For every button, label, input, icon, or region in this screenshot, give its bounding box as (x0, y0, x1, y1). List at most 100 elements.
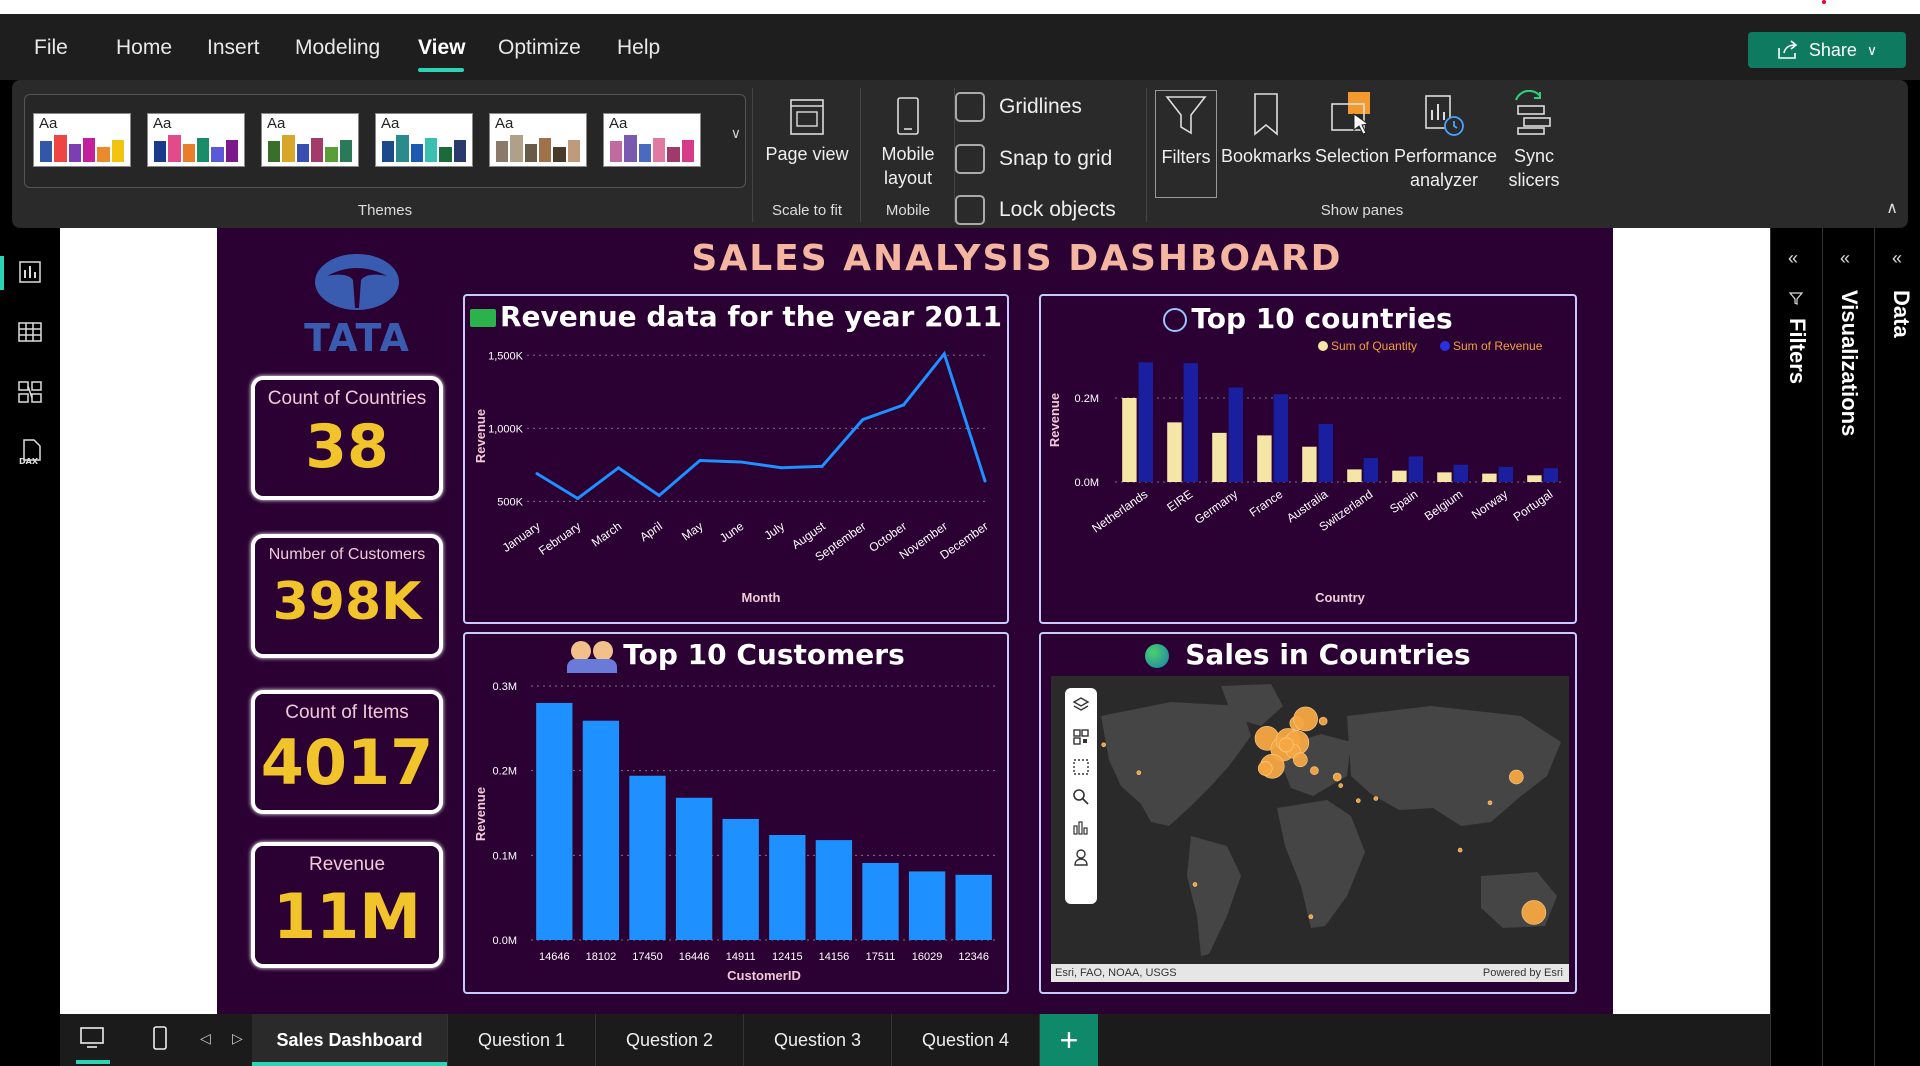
filters-pane-label[interactable]: Filters (1784, 318, 1810, 384)
gridlines-checkbox-box[interactable] (955, 92, 985, 122)
x-tick-label: Spain (1387, 487, 1420, 516)
x-tick-label: 14911 (726, 951, 756, 963)
layers-icon[interactable] (1072, 696, 1090, 714)
performance-analyzer-button[interactable]: Performance analyzer (1394, 90, 1497, 192)
menu-help[interactable]: Help (617, 36, 660, 60)
legend-label: Sum of Revenue (1453, 339, 1543, 353)
bar-quantity (1482, 473, 1497, 482)
map-point (1136, 770, 1142, 776)
x-tick-label: EIRE (1164, 487, 1195, 515)
y-tick-label: 0.1M (493, 850, 517, 862)
bookmarks-pane-button[interactable]: Bookmarks (1220, 90, 1312, 168)
theme-swatch-4[interactable]: Aa (375, 113, 473, 167)
tab-question-2[interactable]: Question 2 (596, 1014, 744, 1066)
x-tick-label: Portugal (1511, 487, 1556, 524)
share-button[interactable]: Share ∨ (1748, 32, 1906, 68)
tab-question-3[interactable]: Question 3 (744, 1014, 892, 1066)
window-top-strip (0, 0, 1920, 14)
tata-logo-icon (315, 254, 399, 310)
theme-swatch-label: Aa (153, 115, 172, 132)
x-tick-label: France (1247, 487, 1286, 520)
customer-bar (536, 702, 573, 940)
theme-swatch-label: Aa (267, 115, 286, 132)
theme-swatch-2[interactable]: Aa (147, 113, 245, 167)
themes-expand-chevron-icon[interactable]: ∨ (731, 125, 741, 142)
phone-view-icon[interactable] (146, 1024, 174, 1052)
top-countries-chart-panel[interactable]: Top 10 countries 0.0M 0.2M Netherlands EIRE… (1039, 294, 1577, 624)
tab-scroll-right-icon[interactable]: ▷ (232, 1030, 243, 1047)
page-view-button[interactable]: Page view (764, 94, 850, 166)
revenue-line-chart-panel[interactable]: Revenue data for the year 2011 500K 1,000… (463, 294, 1009, 624)
page-view-icon (790, 99, 824, 135)
map-title: Sales in Countries (1185, 638, 1471, 671)
filter-icon (1165, 96, 1207, 135)
map-powered-by[interactable]: Powered by Esri (1483, 967, 1563, 979)
customer-bar (629, 775, 666, 940)
x-axis-title: CustomerID (727, 968, 801, 983)
map-footer: Esri, FAO, NOAA, USGS Powered by Esri (1051, 964, 1569, 982)
lock-checkbox-box[interactable] (955, 195, 985, 225)
theme-swatch-5[interactable]: Aa (489, 113, 587, 167)
qr-select-icon[interactable] (1072, 728, 1090, 746)
report-view-icon[interactable] (16, 258, 44, 286)
gridlines-checkbox[interactable]: Gridlines (955, 92, 1082, 122)
line-point (820, 464, 824, 468)
menu-file[interactable]: File (34, 36, 68, 60)
y-tick-label: 0.0M (1075, 477, 1099, 489)
table-view-icon[interactable] (16, 318, 44, 346)
sync-slicers-button[interactable]: Sync slicers (1500, 89, 1568, 192)
snap-checkbox-box[interactable] (955, 144, 985, 174)
dashboard-title: SALES ANALYSIS DASHBOARD (691, 238, 1343, 279)
x-tick-label: 16029 (912, 951, 943, 963)
filters-collapse-chevron-icon[interactable]: « (1788, 248, 1798, 269)
y-axis-title: Revenue (473, 787, 488, 841)
map-visual[interactable]: Esri, FAO, NOAA, USGS Powered by Esri (1051, 676, 1569, 982)
menu-modeling[interactable]: Modeling (295, 36, 380, 60)
visualizations-collapse-chevron-icon[interactable]: « (1840, 248, 1850, 269)
menu-home[interactable]: Home (116, 36, 172, 60)
tab-question-4[interactable]: Question 4 (892, 1014, 1040, 1066)
kpi-number-of-customers: Number of Customers 398K (251, 534, 443, 658)
filters-label: Filters (1161, 147, 1211, 167)
selection-pane-button[interactable]: Selection (1312, 90, 1392, 168)
data-pane-label[interactable]: Data (1888, 290, 1914, 338)
sales-dashboard-report: SALES ANALYSIS DASHBOARD TATA Count of C… (217, 228, 1613, 1014)
mobile-layout-button[interactable]: Mobile layout (864, 94, 952, 190)
menu-optimize[interactable]: Optimize (498, 36, 581, 60)
bar-revenue (1138, 362, 1153, 482)
sales-map-panel[interactable]: Sales in Countries Esri, FAO, NOAA, USGS… (1039, 632, 1577, 994)
world-map[interactable] (1051, 676, 1569, 964)
bar-revenue (1453, 464, 1468, 482)
x-tick-label: Belgium (1422, 487, 1466, 523)
map-point (1521, 900, 1547, 925)
kpi-value: 4017 (260, 726, 434, 799)
menu-view[interactable]: View (418, 36, 465, 60)
snap-to-grid-checkbox[interactable]: Snap to grid (955, 144, 1112, 174)
theme-swatch-6[interactable]: Aa (603, 113, 701, 167)
tata-logo: TATA (297, 250, 417, 360)
menu-insert[interactable]: Insert (207, 36, 260, 60)
tab-question-1[interactable]: Question 1 (448, 1014, 596, 1066)
add-page-button[interactable]: + (1040, 1014, 1098, 1066)
data-collapse-chevron-icon[interactable]: « (1892, 248, 1902, 269)
filters-pane-button[interactable]: Filters (1155, 90, 1217, 198)
line-point (698, 458, 702, 462)
rectangle-select-icon[interactable] (1072, 758, 1090, 776)
desktop-view-icon[interactable] (78, 1024, 106, 1052)
tab-scroll-left-icon[interactable]: ◁ (200, 1030, 211, 1047)
tab-sales-dashboard[interactable]: Sales Dashboard (252, 1014, 448, 1066)
top-customers-chart-panel[interactable]: Top 10 Customers 0.0M 0.1M 0.2M 0.3M 14646 18… (463, 632, 1009, 994)
gridlines-label: Gridlines (999, 95, 1082, 118)
visualizations-pane-label[interactable]: Visualizations (1836, 290, 1862, 436)
theme-swatch-3[interactable]: Aa (261, 113, 359, 167)
theme-swatch-1[interactable]: Aa (33, 113, 131, 167)
person-icon[interactable] (1072, 848, 1090, 866)
x-tick-label: 14156 (819, 951, 850, 963)
bar-chart-icon[interactable] (1072, 818, 1090, 836)
search-icon[interactable] (1072, 788, 1090, 806)
collapse-ribbon-chevron-icon[interactable]: ∧ (1886, 198, 1898, 218)
map-point (1487, 800, 1493, 806)
lock-objects-checkbox[interactable]: Lock objects (955, 195, 1116, 225)
model-view-icon[interactable] (16, 378, 44, 406)
dax-query-icon[interactable]: DAX (16, 438, 44, 466)
